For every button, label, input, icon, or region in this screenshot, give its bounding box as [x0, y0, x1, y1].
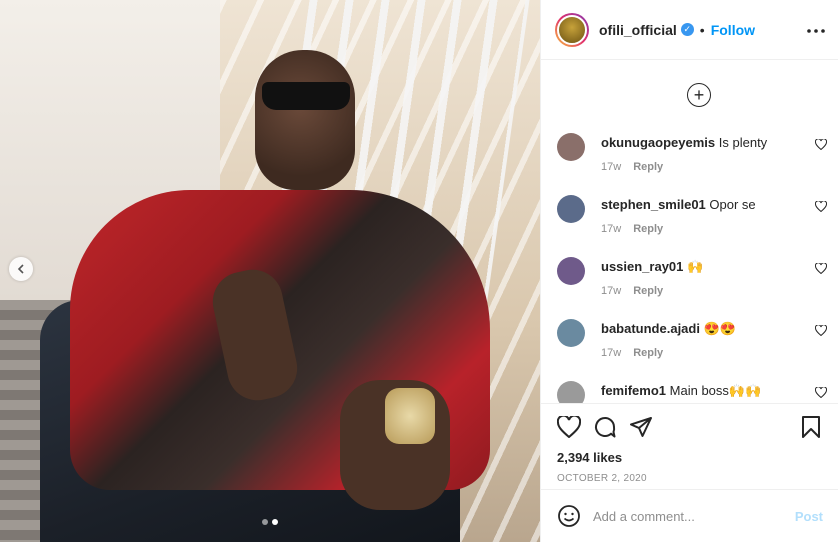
- emoji-smiley-icon[interactable]: [557, 504, 581, 528]
- post-comment-button[interactable]: Post: [795, 509, 823, 524]
- bookmark-icon[interactable]: [799, 415, 823, 439]
- heart-icon[interactable]: [814, 324, 828, 339]
- reply-button[interactable]: Reply: [633, 285, 663, 297]
- comment-age: 17w: [601, 347, 622, 359]
- comment-avatar[interactable]: [557, 381, 585, 403]
- heart-icon[interactable]: [814, 386, 828, 401]
- carousel-dot-active[interactable]: [272, 519, 278, 525]
- photo-subject: [40, 40, 500, 542]
- add-comment-bar: Post: [541, 489, 838, 542]
- comment-input[interactable]: [593, 508, 795, 524]
- comment-avatar[interactable]: [557, 319, 585, 347]
- more-options-icon[interactable]: [806, 18, 826, 39]
- carousel-dot[interactable]: [262, 519, 268, 525]
- separator: •: [699, 21, 705, 38]
- comment-avatar[interactable]: [557, 195, 585, 223]
- comment-avatar[interactable]: [557, 133, 585, 161]
- comment-username[interactable]: ussien_ray01: [601, 259, 683, 274]
- comment-age: 17w: [601, 161, 622, 173]
- heart-icon[interactable]: [814, 138, 828, 153]
- reply-button[interactable]: Reply: [633, 347, 663, 359]
- load-more-comments-button[interactable]: +: [687, 83, 711, 107]
- comment-text: Is plenty: [718, 135, 768, 150]
- comment-text: Main boss🙌🙌: [669, 383, 762, 398]
- verified-badge-icon: ✓: [680, 23, 694, 36]
- comment-bubble-icon[interactable]: [593, 415, 617, 439]
- likes-count[interactable]: 2,394 likes: [557, 450, 823, 465]
- comment-age: 17w: [601, 285, 622, 297]
- reply-button[interactable]: Reply: [633, 161, 663, 173]
- comment-age: 17w: [601, 223, 622, 235]
- comment-text: Opor se: [709, 197, 756, 212]
- like-heart-icon[interactable]: [557, 415, 581, 439]
- comment-avatar[interactable]: [557, 257, 585, 285]
- follow-button[interactable]: Follow: [711, 22, 755, 38]
- avatar[interactable]: [555, 12, 589, 47]
- chevron-left-icon: [17, 264, 24, 274]
- comment-username[interactable]: babatunde.ajadi: [601, 321, 700, 336]
- post-photo[interactable]: [0, 0, 540, 542]
- post-header: ofili_official ✓ • Follow: [541, 0, 838, 60]
- post-actions: 2,394 likes OCTOBER 2, 2020: [541, 403, 838, 498]
- reply-button[interactable]: Reply: [633, 223, 663, 235]
- comments-list[interactable]: + okunugaopeyemis Is plenty 17w Reply ste…: [541, 61, 838, 403]
- share-paper-plane-icon[interactable]: [629, 415, 653, 439]
- comment-text: 😍😍: [703, 321, 736, 336]
- post-date[interactable]: OCTOBER 2, 2020: [557, 473, 823, 484]
- carousel-prev-button[interactable]: [9, 257, 33, 281]
- comment-username[interactable]: femifemo1: [601, 383, 666, 398]
- post-username[interactable]: ofili_official: [599, 22, 677, 38]
- comment-username[interactable]: stephen_smile01: [601, 197, 706, 212]
- heart-icon[interactable]: [814, 262, 828, 277]
- post-side-panel: ofili_official ✓ • Follow + okunugaopeye…: [540, 0, 838, 542]
- carousel-dots: [262, 519, 278, 525]
- heart-icon[interactable]: [814, 200, 828, 215]
- comment-text: 🙌: [687, 259, 704, 274]
- comment-username[interactable]: okunugaopeyemis: [601, 135, 715, 150]
